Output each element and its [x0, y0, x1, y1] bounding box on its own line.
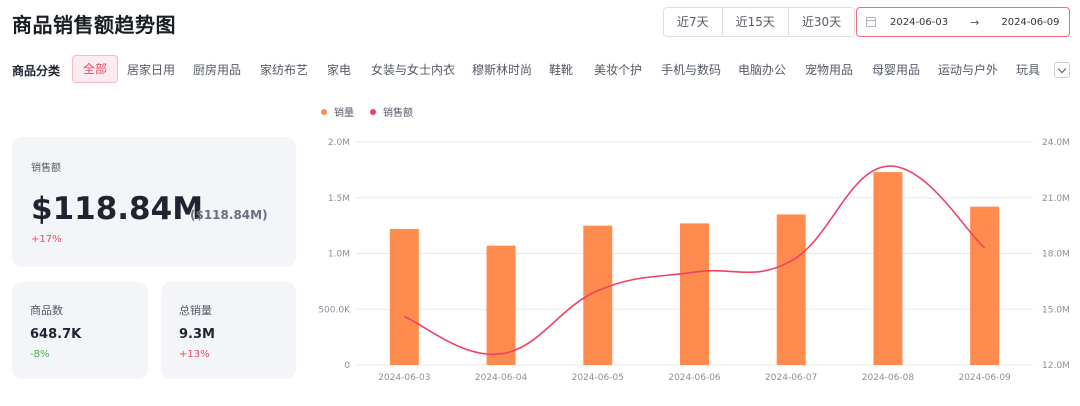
bar	[680, 223, 709, 365]
y-left-tick-label: 1.5M	[328, 194, 350, 204]
x-tick-label: 2024-06-06	[668, 373, 721, 383]
x-tick-label: 2024-06-07	[765, 373, 817, 383]
y-left-tick-label: 1.0M	[328, 250, 350, 260]
bar	[389, 228, 419, 365]
y-left-tick-label: 2.0M	[328, 138, 350, 148]
y-right-tick-label: 18.0M	[1042, 250, 1070, 260]
x-tick-label: 2024-06-04	[475, 373, 528, 383]
bar	[970, 206, 1000, 365]
x-tick-label: 2024-06-08	[862, 373, 915, 383]
bar	[873, 172, 903, 365]
y-right-tick-label: 15.0M	[1042, 305, 1070, 315]
y-left-tick-label: 0	[344, 361, 350, 371]
y-left-tick-label: 500.0K	[318, 305, 351, 315]
bar	[486, 245, 516, 365]
x-tick-label: 2024-06-09	[958, 373, 1011, 383]
bar	[776, 214, 806, 365]
y-right-tick-label: 12.0M	[1042, 361, 1070, 371]
y-right-tick-label: 21.0M	[1042, 194, 1070, 204]
x-tick-label: 2024-06-05	[572, 373, 624, 383]
y-right-tick-label: 24.0M	[1042, 138, 1070, 148]
sales-trend-chart: 0 12.0M 500.0K 15.0M 1.0M 18.0M 1.5M 21.0M 2.0M 2…	[318, 138, 1070, 383]
x-tick-label: 2024-06-03	[378, 373, 430, 383]
